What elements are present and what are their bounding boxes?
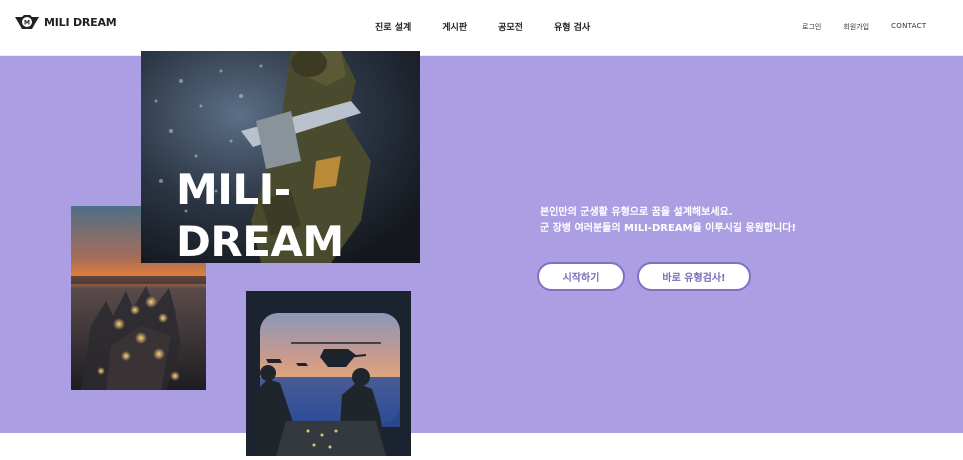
- login-link[interactable]: 로그인: [802, 22, 821, 32]
- main-nav: 진로 설계 게시판 공모전 유형 검사: [375, 20, 621, 33]
- mili-dream-emblem-icon: M: [15, 15, 39, 29]
- site-header: M MILI DREAM 진로 설계 게시판 공모전 유형 검사 로그인 회원가…: [0, 0, 963, 56]
- hero-description-line-1: 본인만의 군생활 유형으로 꿈을 설계해보세요.: [540, 207, 733, 218]
- hero-description-line-2: 군 장병 여러분들의 MILI-DREAM을 이루시길 응원합니다!: [540, 223, 797, 234]
- start-button[interactable]: 시작하기: [537, 262, 625, 291]
- nav-item-career-design[interactable]: 진로 설계: [375, 20, 411, 33]
- hero-title-line-1: MILI-: [176, 165, 291, 214]
- site-logo[interactable]: M MILI DREAM: [14, 14, 117, 30]
- contact-link[interactable]: CONTACT: [891, 22, 926, 32]
- nav-item-contest[interactable]: 공모전: [498, 20, 523, 33]
- hero-title: MILI- DREAM: [176, 164, 376, 268]
- svg-text:M: M: [24, 20, 30, 27]
- signup-link[interactable]: 회원가입: [843, 22, 869, 32]
- nav-item-type-test[interactable]: 유형 검사: [554, 20, 590, 33]
- helicopter-photo: [246, 291, 411, 456]
- auth-links: 로그인 회원가입 CONTACT: [802, 22, 926, 32]
- type-test-button[interactable]: 바로 유형검사!: [637, 262, 751, 291]
- hero-title-line-2: DREAM: [176, 217, 344, 266]
- hero-description: 본인만의 군생활 유형으로 꿈을 설계해보세요. 군 장병 여러분들의 MILI…: [540, 205, 796, 237]
- nav-item-board[interactable]: 게시판: [442, 20, 467, 33]
- logo-text: MILI DREAM: [44, 15, 117, 29]
